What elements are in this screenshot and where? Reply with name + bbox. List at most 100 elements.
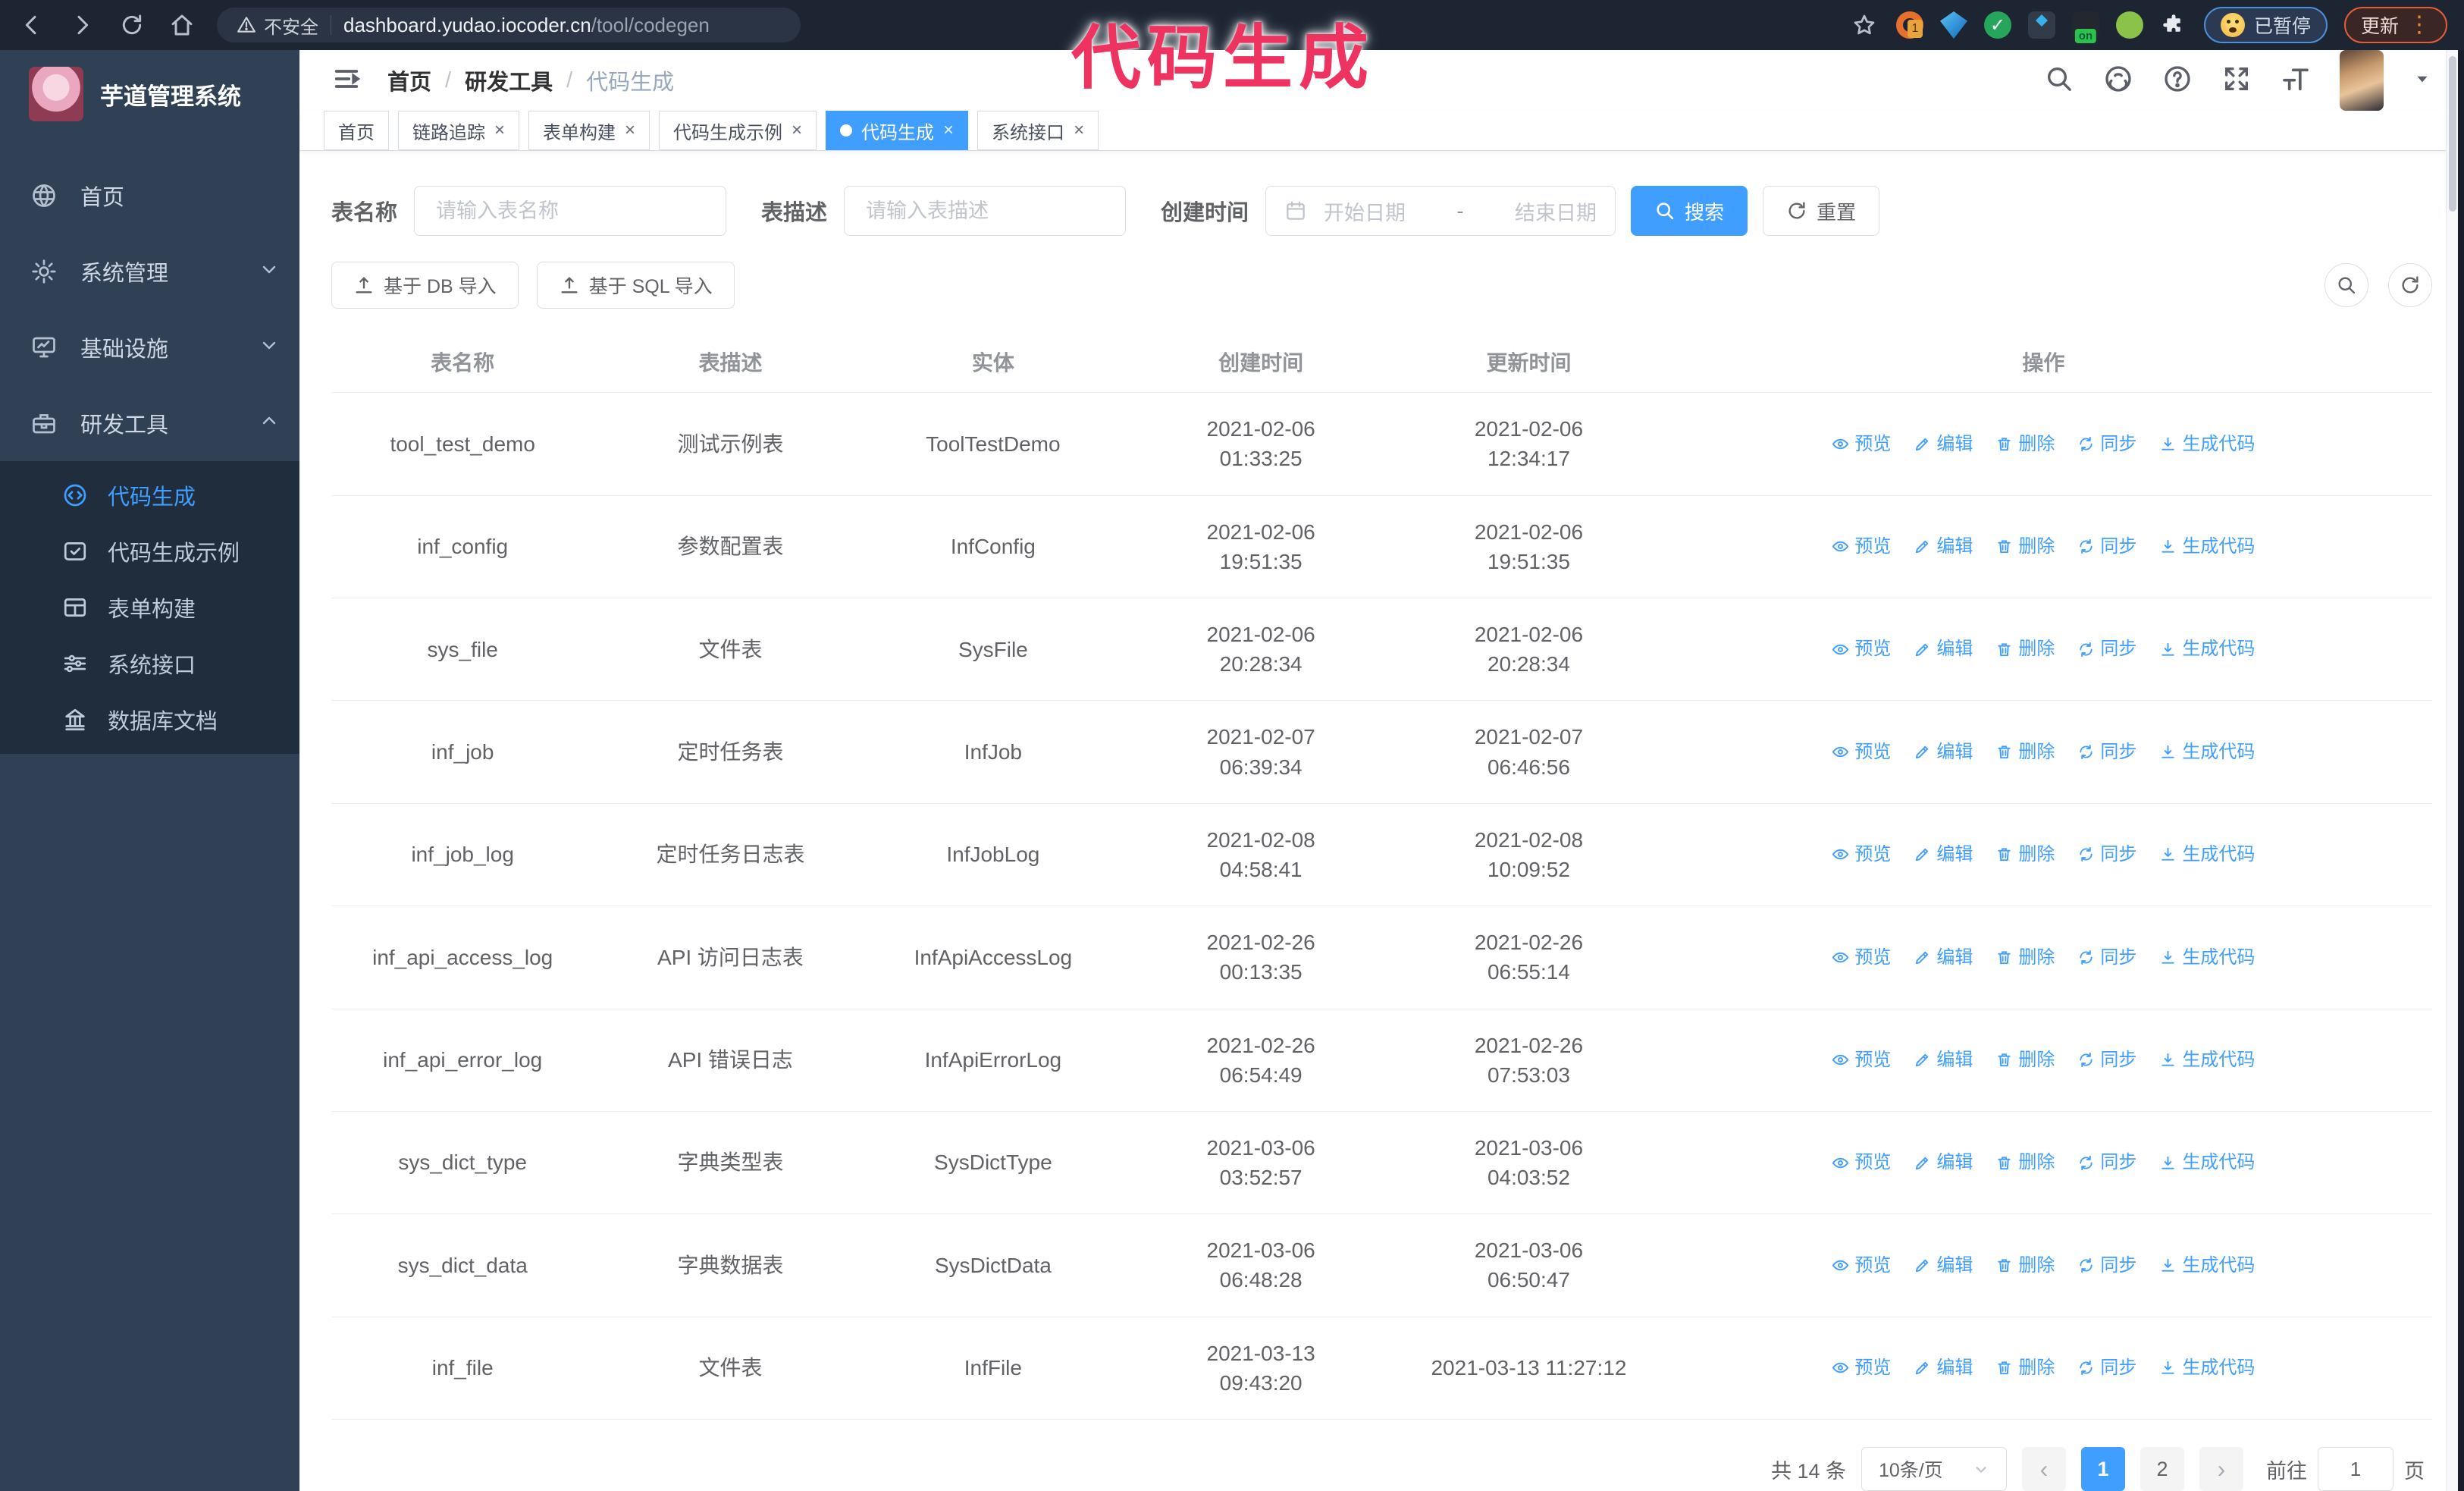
hamburger-icon[interactable]	[331, 64, 362, 98]
browser-menu-icon[interactable]: ⋮	[2408, 14, 2431, 36]
preview-link[interactable]: 预览	[1832, 1355, 1891, 1381]
sync-link[interactable]: 同步	[2077, 1047, 2136, 1073]
tab-tracing[interactable]: 链路追踪 ×	[398, 111, 520, 151]
generate-code-link[interactable]: 生成代码	[2159, 1150, 2255, 1176]
tab-system-api[interactable]: 系统接口 ×	[977, 111, 1099, 151]
close-icon[interactable]: ×	[943, 120, 954, 141]
chrome-update-button[interactable]: 更新 ⋮	[2343, 7, 2447, 43]
preview-link[interactable]: 预览	[1832, 534, 1891, 560]
refresh-table-button[interactable]	[2388, 263, 2432, 308]
extensions-puzzle-icon[interactable]	[2160, 11, 2187, 39]
fullscreen-icon[interactable]	[2221, 64, 2252, 98]
preview-link[interactable]: 预览	[1832, 636, 1891, 662]
profile-paused-badge[interactable]: 已暂停	[2203, 7, 2328, 43]
search-icon[interactable]	[2044, 64, 2074, 98]
table-desc-input[interactable]	[844, 186, 1127, 237]
sidebar-item-codegen-example[interactable]: 代码生成示例	[0, 523, 299, 579]
page-button-2[interactable]: 2	[2140, 1447, 2184, 1491]
tab-home[interactable]: 首页	[324, 111, 389, 151]
github-icon[interactable]	[2103, 64, 2133, 98]
delete-link[interactable]: 删除	[1995, 1253, 2055, 1279]
close-icon[interactable]: ×	[494, 120, 505, 141]
toggle-search-button[interactable]	[2324, 263, 2368, 308]
avatar[interactable]	[2340, 50, 2384, 111]
delete-link[interactable]: 删除	[1995, 945, 2055, 971]
extension-icon[interactable]	[2027, 11, 2055, 39]
import-db-button[interactable]: 基于 DB 导入	[331, 262, 519, 309]
scrollbar-thumb[interactable]	[2449, 56, 2456, 212]
reset-button[interactable]: 重置	[1763, 186, 1880, 237]
sidebar-item-devtools[interactable]: 研发工具	[0, 385, 299, 461]
bookmark-star-icon[interactable]	[1849, 10, 1879, 40]
edit-link[interactable]: 编辑	[1914, 636, 1973, 662]
preview-link[interactable]: 预览	[1832, 1150, 1891, 1176]
generate-code-link[interactable]: 生成代码	[2159, 739, 2255, 765]
delete-link[interactable]: 删除	[1995, 432, 2055, 457]
close-icon[interactable]: ×	[625, 120, 635, 141]
edit-link[interactable]: 编辑	[1914, 842, 1973, 868]
sidebar-item-db-doc[interactable]: 数据库文档	[0, 692, 299, 748]
tab-codegen[interactable]: 代码生成 ×	[826, 111, 969, 151]
delete-link[interactable]: 删除	[1995, 1047, 2055, 1073]
sidebar-item-home[interactable]: 首页	[0, 158, 299, 234]
breadcrumb-home[interactable]: 首页	[387, 64, 431, 96]
breadcrumb-group[interactable]: 研发工具	[465, 64, 553, 96]
sidebar-item-infra[interactable]: 基础设施	[0, 309, 299, 385]
tab-codegen-example[interactable]: 代码生成示例 ×	[659, 111, 817, 151]
edit-link[interactable]: 编辑	[1914, 1355, 1973, 1381]
delete-link[interactable]: 删除	[1995, 534, 2055, 560]
page-button-1[interactable]: 1	[2081, 1447, 2125, 1491]
generate-code-link[interactable]: 生成代码	[2159, 945, 2255, 971]
generate-code-link[interactable]: 生成代码	[2159, 534, 2255, 560]
forward-icon[interactable]	[67, 10, 97, 40]
edit-link[interactable]: 编辑	[1914, 1150, 1973, 1176]
delete-link[interactable]: 删除	[1995, 739, 2055, 765]
preview-link[interactable]: 预览	[1832, 945, 1891, 971]
delete-link[interactable]: 删除	[1995, 636, 2055, 662]
edit-link[interactable]: 编辑	[1914, 945, 1973, 971]
preview-link[interactable]: 预览	[1832, 1047, 1891, 1073]
sync-link[interactable]: 同步	[2077, 534, 2136, 560]
generate-code-link[interactable]: 生成代码	[2159, 636, 2255, 662]
sync-link[interactable]: 同步	[2077, 432, 2136, 457]
home-icon[interactable]	[167, 10, 197, 40]
generate-code-link[interactable]: 生成代码	[2159, 842, 2255, 868]
extension-icon[interactable]	[1939, 11, 1967, 39]
sync-link[interactable]: 同步	[2077, 1150, 2136, 1176]
sync-link[interactable]: 同步	[2077, 1355, 2136, 1381]
sync-link[interactable]: 同步	[2077, 636, 2136, 662]
generate-code-link[interactable]: 生成代码	[2159, 1047, 2255, 1073]
extension-icon[interactable]: ✓	[1983, 11, 2011, 39]
delete-link[interactable]: 删除	[1995, 842, 2055, 868]
close-icon[interactable]: ×	[792, 120, 802, 141]
font-size-icon[interactable]	[2281, 64, 2311, 98]
sync-link[interactable]: 同步	[2077, 842, 2136, 868]
logo-row[interactable]: 芋道管理系统	[0, 50, 299, 138]
preview-link[interactable]: 预览	[1832, 739, 1891, 765]
extension-icon[interactable]: on	[2071, 11, 2099, 43]
not-secure-warning[interactable]: 不安全	[237, 12, 318, 39]
preview-link[interactable]: 预览	[1832, 432, 1891, 457]
help-icon[interactable]	[2162, 64, 2193, 98]
prev-page-button[interactable]: ‹	[2022, 1447, 2066, 1491]
reload-icon[interactable]	[117, 10, 147, 40]
scrollbar-track[interactable]	[2446, 50, 2458, 1491]
delete-link[interactable]: 删除	[1995, 1355, 2055, 1381]
edit-link[interactable]: 编辑	[1914, 432, 1973, 457]
edit-link[interactable]: 编辑	[1914, 1047, 1973, 1073]
edit-link[interactable]: 编辑	[1914, 739, 1973, 765]
sidebar-item-codegen[interactable]: 代码生成	[0, 467, 299, 523]
sync-link[interactable]: 同步	[2077, 945, 2136, 971]
edit-link[interactable]: 编辑	[1914, 1253, 1973, 1279]
sidebar-item-form-builder[interactable]: 表单构建	[0, 579, 299, 636]
generate-code-link[interactable]: 生成代码	[2159, 1355, 2255, 1381]
delete-link[interactable]: 删除	[1995, 1150, 2055, 1176]
sync-link[interactable]: 同步	[2077, 1253, 2136, 1279]
generate-code-link[interactable]: 生成代码	[2159, 1253, 2255, 1279]
sync-link[interactable]: 同步	[2077, 739, 2136, 765]
table-name-input[interactable]	[414, 186, 727, 237]
preview-link[interactable]: 预览	[1832, 842, 1891, 868]
sidebar-item-system-api[interactable]: 系统接口	[0, 636, 299, 692]
edit-link[interactable]: 编辑	[1914, 534, 1973, 560]
caret-down-icon[interactable]	[2412, 69, 2432, 93]
